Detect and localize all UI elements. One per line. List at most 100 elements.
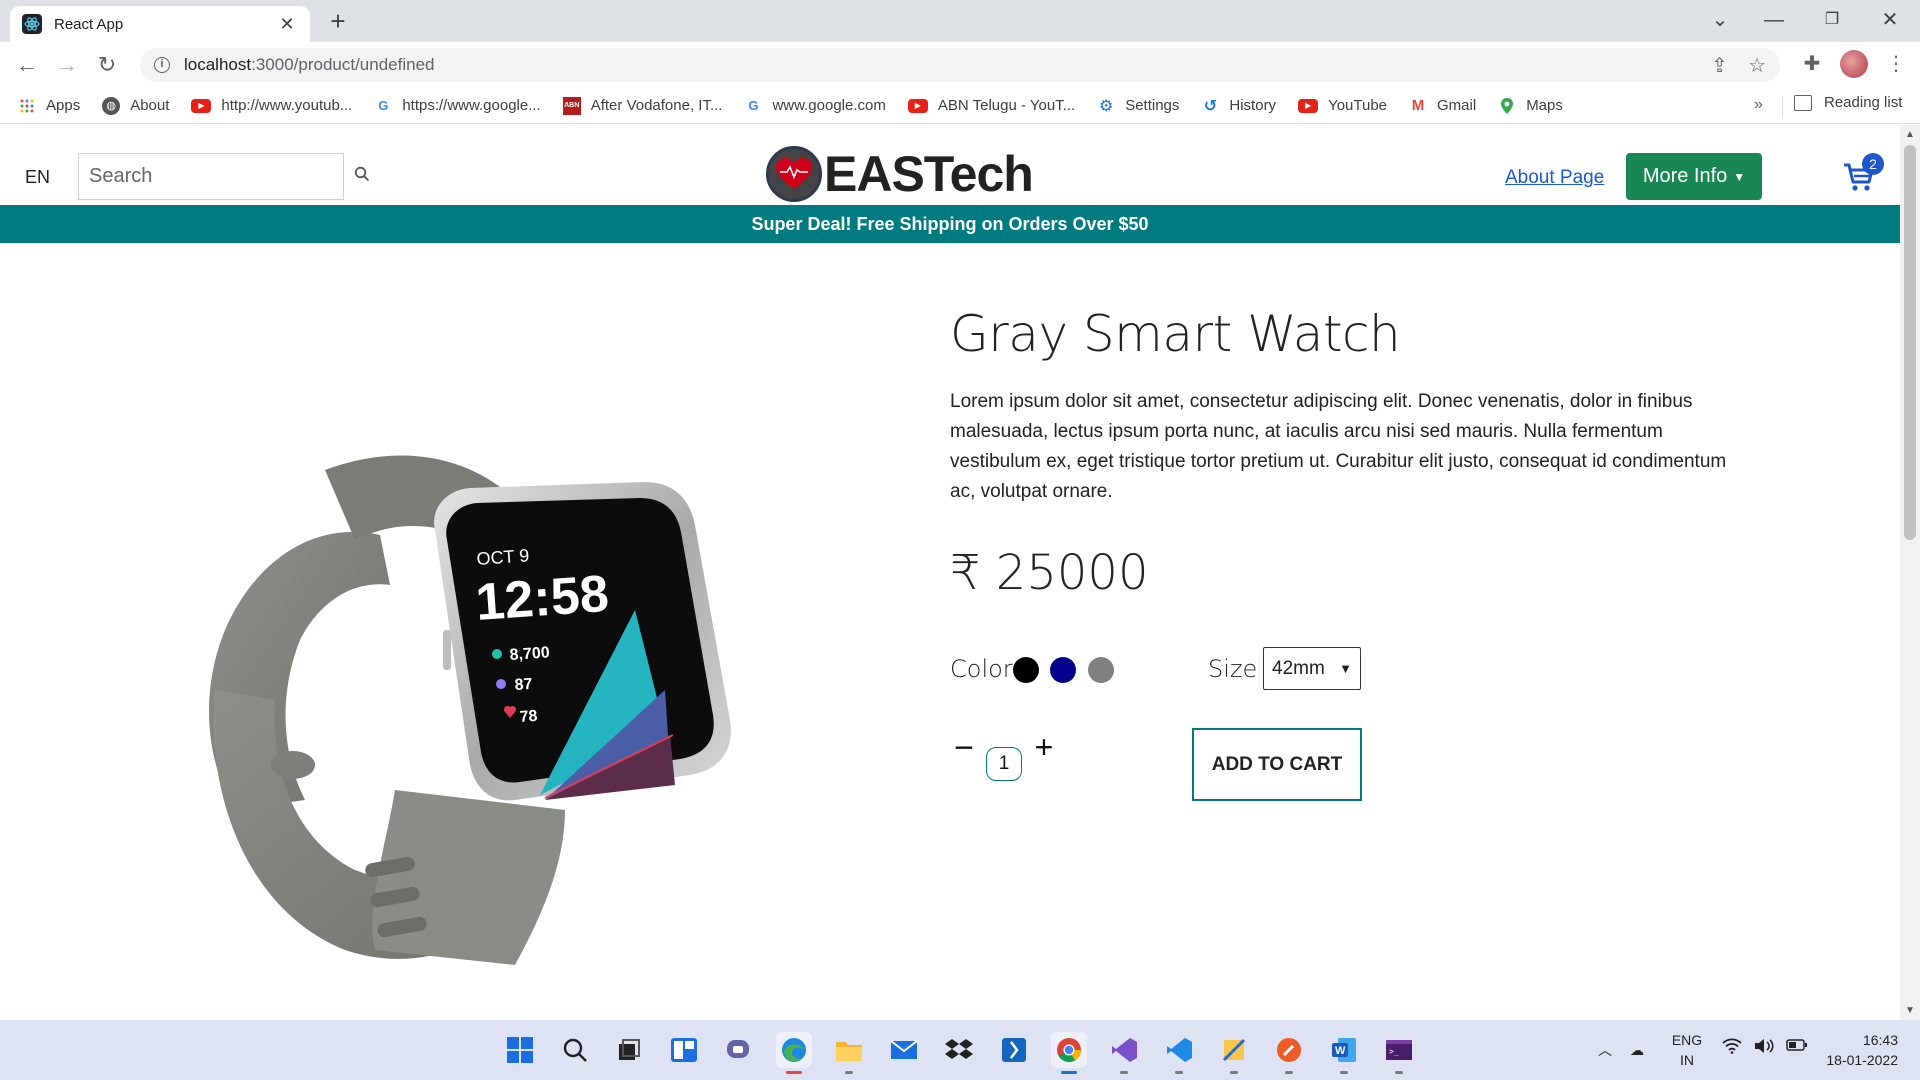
add-to-cart-button[interactable]: ADD TO CART — [1192, 728, 1362, 801]
bookmarks-bar: Apps ◍ About ▶ http://www.youtub... Ghttps… — [0, 88, 1920, 124]
size-select[interactable]: 42mm ▼ — [1263, 647, 1361, 690]
url-path: :3000/product/undefined — [251, 55, 435, 74]
color-swatch-black[interactable] — [1013, 657, 1039, 683]
watch-stat: 87 — [514, 676, 533, 694]
language-selector[interactable]: EN — [25, 167, 50, 188]
dropbox-icon[interactable] — [941, 1032, 977, 1068]
bookmark-label: About — [130, 97, 170, 114]
quantity-decrease-button[interactable]: − — [952, 731, 976, 765]
windows-taskbar: W >_ ︿ ☁ ENG IN 16:43 18-01-2022 — [0, 1020, 1920, 1080]
chevron-up-icon[interactable]: ︿ — [1598, 1040, 1612, 1060]
bookmark-youtube[interactable]: ▶ YouTube — [1298, 97, 1387, 114]
clock-date: 18-01-2022 — [1826, 1052, 1898, 1068]
news-icon: ABN — [562, 96, 581, 115]
bookmark-star-icon[interactable]: ☆ — [1748, 53, 1766, 78]
site-info-icon[interactable]: i — [154, 57, 170, 73]
teams-chat-icon[interactable] — [721, 1032, 757, 1068]
color-swatch-gray[interactable] — [1088, 657, 1114, 683]
product-image: OCT 9 12:58 8,700 87 78 — [185, 390, 765, 970]
react-favicon-icon — [22, 14, 42, 34]
bookmark-maps[interactable]: Maps — [1498, 97, 1563, 115]
cart-button[interactable]: 2 — [1842, 153, 1884, 199]
file-explorer-icon[interactable] — [831, 1032, 867, 1074]
scrollbar-thumb[interactable] — [1904, 145, 1916, 540]
more-info-dropdown-button[interactable]: More Info ▼ — [1626, 153, 1762, 200]
bookmark-history[interactable]: ↺ History — [1201, 97, 1276, 115]
tab-search-icon[interactable]: ⌄ — [1700, 6, 1740, 34]
search-icon[interactable] — [557, 1032, 593, 1068]
share-icon[interactable]: ⇪ — [1711, 53, 1728, 78]
bookmark-google[interactable]: Gwww.google.com — [744, 97, 885, 115]
input-language-indicator[interactable]: ENG IN — [1670, 1030, 1704, 1070]
snip-tool-icon[interactable] — [1216, 1032, 1252, 1074]
menu-kebab-icon[interactable]: ⋮ — [1882, 51, 1910, 76]
restore-icon[interactable]: ❐ — [1812, 6, 1852, 34]
bookmark-apps[interactable]: Apps — [18, 97, 80, 115]
task-view-icon[interactable] — [611, 1032, 647, 1068]
quantity-value[interactable]: 1 — [986, 747, 1022, 781]
vscode-icon[interactable] — [1161, 1032, 1197, 1074]
tab-title: React App — [54, 15, 124, 33]
bookmark-label: http://www.youtub... — [221, 97, 353, 114]
youtube-icon: ▶ — [907, 98, 928, 113]
bookmark-youtube-link[interactable]: ▶ http://www.youtub... — [191, 97, 352, 114]
bookmark-about[interactable]: ◍ About — [102, 96, 170, 115]
chrome-icon[interactable] — [1051, 1032, 1087, 1074]
product-price: ₹ 25000 — [950, 545, 1149, 601]
taskbar-clock[interactable]: 16:43 18-01-2022 — [1820, 1030, 1898, 1070]
word-icon[interactable]: W — [1326, 1032, 1362, 1074]
about-page-link[interactable]: About Page — [1505, 167, 1604, 189]
widgets-icon[interactable] — [666, 1032, 702, 1068]
close-window-icon[interactable]: ✕ — [1870, 6, 1910, 34]
color-label: Color — [950, 655, 1013, 683]
quick-settings[interactable] — [1722, 1038, 1808, 1059]
size-value: 42mm — [1272, 657, 1325, 679]
bookmark-abn-telugu[interactable]: ▶ ABN Telugu - YouT... — [907, 97, 1075, 114]
terminal-icon[interactable]: >_ — [1381, 1032, 1417, 1074]
bookmark-label: https://www.google... — [402, 97, 541, 114]
scroll-up-icon[interactable]: ▲ — [1905, 129, 1915, 140]
address-bar[interactable]: i localhost:3000/product/undefined ⇪ ☆ — [140, 48, 1780, 82]
profile-avatar[interactable] — [1840, 50, 1868, 78]
close-tab-icon[interactable]: ✕ — [276, 14, 298, 35]
page-scrollbar[interactable]: ▲ ▼ — [1900, 125, 1920, 1020]
onedrive-cloud-icon[interactable]: ☁ — [1630, 1042, 1644, 1059]
edge-browser-icon[interactable] — [776, 1032, 812, 1074]
bookmark-label: Settings — [1125, 97, 1180, 114]
scroll-down-icon[interactable]: ▼ — [1905, 1005, 1915, 1016]
search-icon[interactable] — [354, 166, 370, 187]
color-swatch-darkblue[interactable] — [1050, 657, 1076, 683]
powershell-icon[interactable] — [996, 1032, 1032, 1068]
bookmark-gmail[interactable]: M Gmail — [1409, 97, 1476, 115]
brand-logo[interactable]: EASTech — [766, 145, 1034, 203]
quantity-increase-button[interactable]: + — [1032, 731, 1056, 763]
mail-icon[interactable] — [886, 1032, 922, 1068]
site-header: EN EASTech About Page More Info ▼ 2 — [0, 125, 1900, 203]
reading-list-button[interactable]: Reading list — [1794, 94, 1902, 111]
extensions-icon[interactable]: ✚ — [1798, 51, 1826, 76]
product-description: Lorem ipsum dolor sit amet, consectetur … — [950, 391, 1727, 502]
lang-bottom: IN — [1680, 1052, 1694, 1068]
bookmark-label: www.google.com — [772, 97, 886, 114]
cart-count-badge: 2 — [1862, 153, 1884, 175]
minimize-icon[interactable]: — — [1754, 6, 1794, 34]
bookmark-settings[interactable]: ⚙ Settings — [1097, 97, 1179, 115]
back-icon[interactable]: ← — [12, 50, 42, 80]
more-bookmarks-icon[interactable]: » — [1754, 96, 1763, 114]
forward-icon[interactable]: → — [52, 50, 82, 80]
browser-tab[interactable]: React App ✕ — [10, 6, 310, 42]
new-tab-icon[interactable]: + — [325, 8, 351, 34]
search-input[interactable] — [89, 165, 354, 188]
reload-icon[interactable]: ↻ — [92, 50, 122, 80]
postman-icon[interactable] — [1271, 1032, 1307, 1074]
start-windows-icon[interactable] — [502, 1032, 538, 1068]
youtube-icon: ▶ — [1298, 98, 1319, 113]
history-icon: ↺ — [1203, 97, 1218, 115]
url-text: localhost:3000/product/undefined — [184, 55, 1691, 75]
visual-studio-icon[interactable] — [1106, 1032, 1142, 1074]
bookmark-label: Apps — [46, 97, 81, 114]
watch-heart-rate: 78 — [519, 708, 538, 726]
watch-steps: 8,700 — [509, 644, 550, 664]
bookmark-google-link[interactable]: Ghttps://www.google... — [374, 97, 540, 115]
bookmark-news[interactable]: ABN After Vodafone, IT... — [562, 96, 722, 115]
